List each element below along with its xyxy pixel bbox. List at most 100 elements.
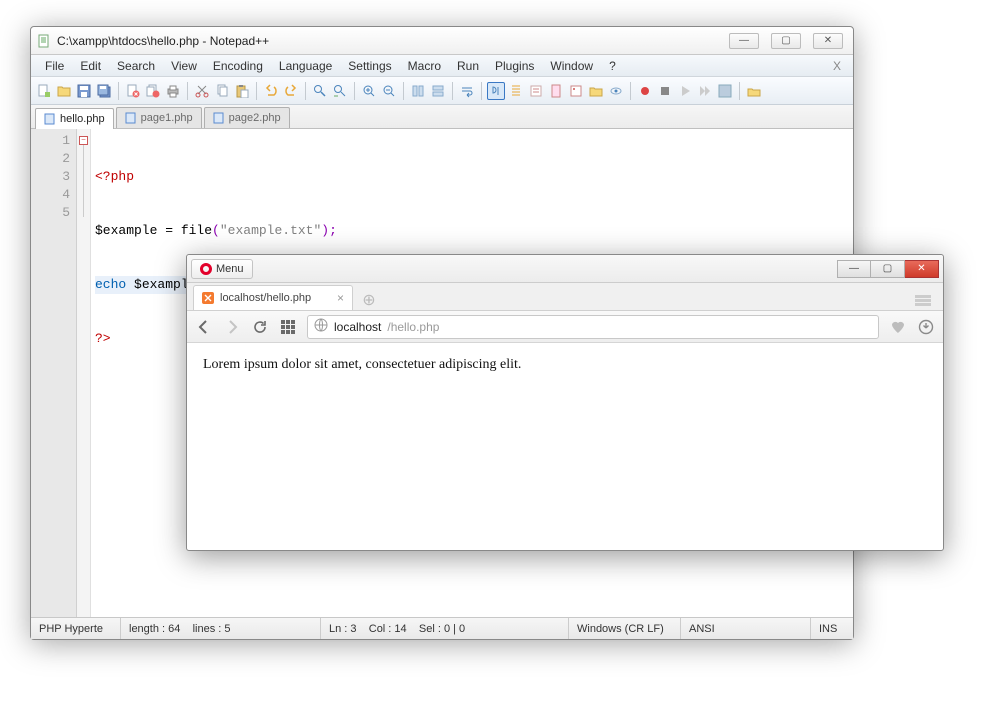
status-length: length : 64 lines : 5: [121, 618, 321, 639]
page-text: Lorem ipsum dolor sit amet, consectetuer…: [203, 357, 521, 372]
status-eol: Windows (CR LF): [569, 618, 681, 639]
line-number: 5: [31, 204, 70, 222]
browser-tab[interactable]: localhost/hello.php ×: [193, 285, 353, 310]
monitor-icon[interactable]: [607, 82, 625, 100]
wordwrap-icon[interactable]: [458, 82, 476, 100]
npp-toolbar: [31, 77, 853, 105]
opera-logo-icon: [200, 263, 212, 275]
file-icon: [125, 112, 137, 124]
new-tab-button[interactable]: ⊕: [359, 290, 379, 310]
udl-icon[interactable]: [527, 82, 545, 100]
bookmark-heart-icon[interactable]: [889, 318, 907, 336]
toolbox-icon[interactable]: [745, 82, 763, 100]
close-file-icon[interactable]: [124, 82, 142, 100]
zoom-out-icon[interactable]: [380, 82, 398, 100]
play-multi-icon[interactable]: [696, 82, 714, 100]
site-info-icon[interactable]: [314, 318, 328, 335]
address-bar[interactable]: localhost/hello.php: [307, 315, 879, 339]
tab-label: hello.php: [60, 113, 105, 125]
line-gutter: 1 2 3 4 5: [31, 129, 77, 619]
undo-icon[interactable]: [262, 82, 280, 100]
npp-app-icon: [37, 34, 51, 48]
save-icon[interactable]: [75, 82, 93, 100]
menu-search[interactable]: Search: [109, 57, 163, 75]
menu-plugins[interactable]: Plugins: [487, 57, 542, 75]
open-file-icon[interactable]: [55, 82, 73, 100]
browser-tabbar: localhost/hello.php × ⊕: [187, 283, 943, 311]
new-file-icon[interactable]: [35, 82, 53, 100]
opera-menu-button[interactable]: Menu: [191, 259, 253, 279]
replace-icon[interactable]: [331, 82, 349, 100]
xampp-icon: [202, 292, 214, 304]
downloads-icon[interactable]: [917, 318, 935, 336]
minimize-button[interactable]: —: [729, 33, 759, 49]
status-position: Ln : 3 Col : 14 Sel : 0 | 0: [321, 618, 569, 639]
save-all-icon[interactable]: [95, 82, 113, 100]
funclist-icon[interactable]: [567, 82, 585, 100]
sync-h-icon[interactable]: [429, 82, 447, 100]
forward-button[interactable]: [223, 318, 241, 336]
menu-language[interactable]: Language: [271, 57, 340, 75]
folder-icon[interactable]: [587, 82, 605, 100]
fold-toggle-icon[interactable]: −: [79, 136, 88, 145]
maximize-button[interactable]: ▢: [771, 33, 801, 49]
url-path: /hello.php: [387, 320, 439, 334]
file-tab-page1[interactable]: page1.php: [116, 107, 202, 128]
browser-window: Menu — ▢ ✕ localhost/hello.php × ⊕ local…: [186, 254, 944, 551]
cut-icon[interactable]: [193, 82, 211, 100]
npp-tabbar: hello.php page1.php page2.php: [31, 105, 853, 129]
close-all-icon[interactable]: [144, 82, 162, 100]
file-tab-hello[interactable]: hello.php: [35, 108, 114, 129]
minimize-button[interactable]: —: [837, 260, 871, 278]
close-button[interactable]: ✕: [813, 33, 843, 49]
play-icon[interactable]: [676, 82, 694, 100]
menu-file[interactable]: File: [37, 57, 72, 75]
npp-titlebar[interactable]: C:\xampp\htdocs\hello.php - Notepad++ — …: [31, 27, 853, 55]
npp-menubar: File Edit Search View Encoding Language …: [31, 55, 853, 77]
zoom-in-icon[interactable]: [360, 82, 378, 100]
sync-v-icon[interactable]: [409, 82, 427, 100]
file-icon: [213, 112, 225, 124]
menu-settings[interactable]: Settings: [340, 57, 399, 75]
show-all-chars-icon[interactable]: [487, 82, 505, 100]
url-host: localhost: [334, 320, 381, 334]
copy-icon[interactable]: [213, 82, 231, 100]
find-icon[interactable]: [311, 82, 329, 100]
code-token: $example: [95, 223, 157, 238]
status-encoding: ANSI: [681, 618, 811, 639]
record-icon[interactable]: [636, 82, 654, 100]
menu-label: Menu: [216, 263, 244, 275]
save-macro-icon[interactable]: [716, 82, 734, 100]
status-bar: PHP Hyperte length : 64 lines : 5 Ln : 3…: [31, 617, 853, 639]
menu-edit[interactable]: Edit: [72, 57, 109, 75]
tab-title: localhost/hello.php: [220, 292, 311, 304]
menu-view[interactable]: View: [163, 57, 205, 75]
indent-guide-icon[interactable]: [507, 82, 525, 100]
print-icon[interactable]: [164, 82, 182, 100]
file-tab-page2[interactable]: page2.php: [204, 107, 290, 128]
reload-button[interactable]: [251, 318, 269, 336]
docmap-icon[interactable]: [547, 82, 565, 100]
menu-encoding[interactable]: Encoding: [205, 57, 271, 75]
line-number: 4: [31, 186, 70, 204]
tab-close-icon[interactable]: ×: [337, 291, 344, 305]
browser-toolbar: localhost/hello.php: [187, 311, 943, 343]
line-number: 1: [31, 132, 70, 150]
close-button[interactable]: ✕: [905, 260, 939, 278]
window-title: C:\xampp\htdocs\hello.php - Notepad++: [57, 34, 729, 48]
menu-run[interactable]: Run: [449, 57, 487, 75]
browser-titlebar[interactable]: Menu — ▢ ✕: [187, 255, 943, 283]
menu-close-x[interactable]: X: [833, 59, 847, 73]
code-token: <?php: [95, 169, 134, 184]
maximize-button[interactable]: ▢: [871, 260, 905, 278]
redo-icon[interactable]: [282, 82, 300, 100]
menu-macro[interactable]: Macro: [400, 57, 449, 75]
file-icon: [44, 113, 56, 125]
paste-icon[interactable]: [233, 82, 251, 100]
menu-window[interactable]: Window: [542, 57, 601, 75]
menu-help[interactable]: ?: [601, 57, 624, 75]
back-button[interactable]: [195, 318, 213, 336]
stop-icon[interactable]: [656, 82, 674, 100]
panel-toggle-icon[interactable]: [915, 295, 937, 310]
speed-dial-button[interactable]: [279, 318, 297, 336]
